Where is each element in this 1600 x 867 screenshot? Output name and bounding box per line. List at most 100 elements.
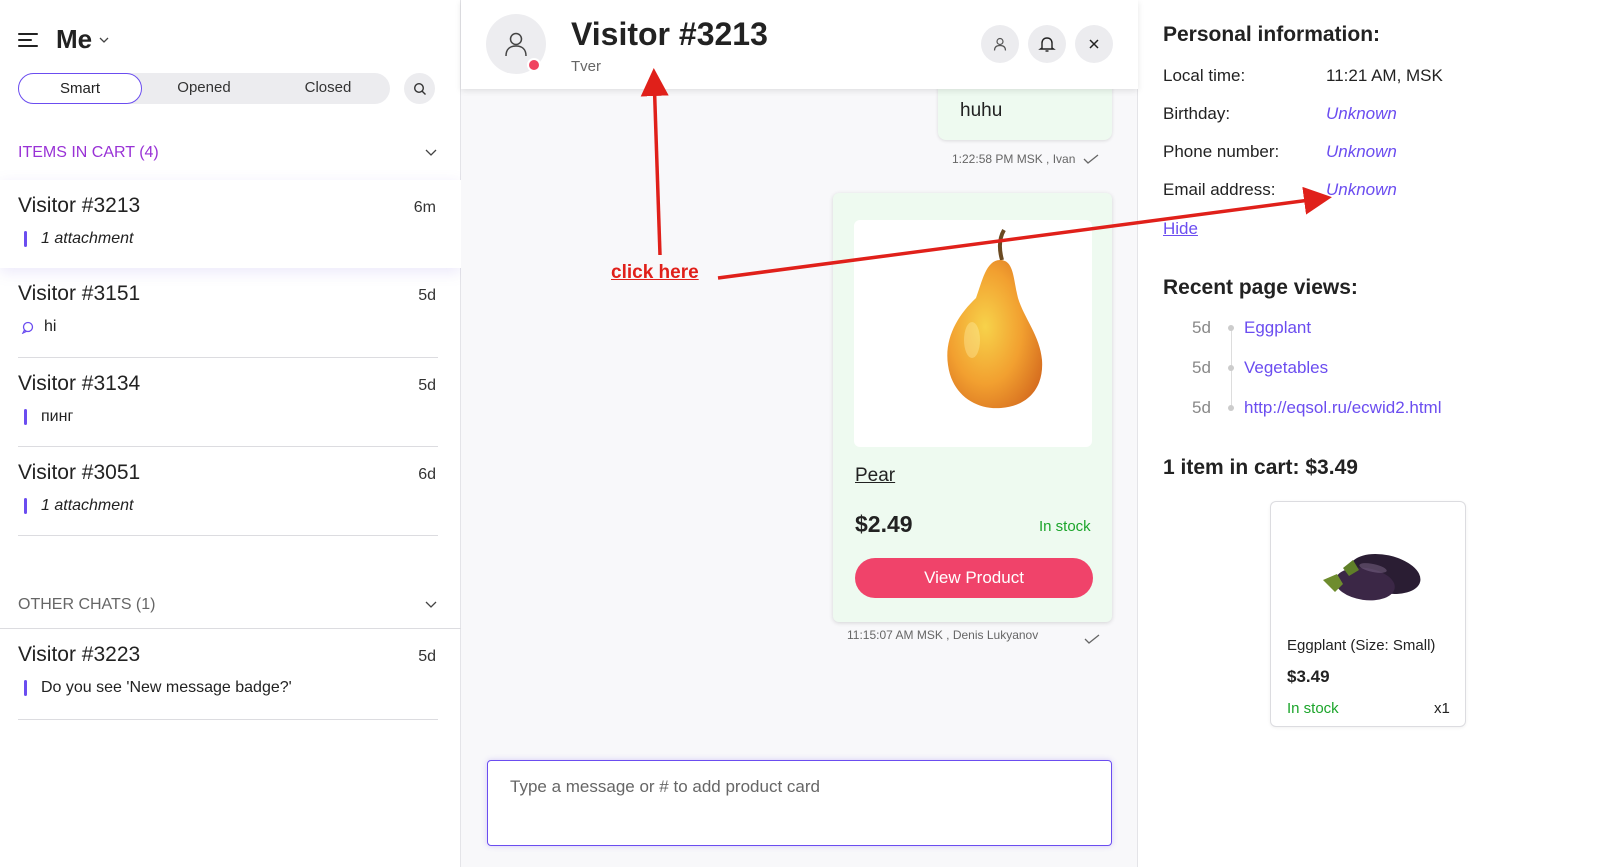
email-value[interactable]: Unknown — [1326, 180, 1397, 200]
chat-preview: 1 attachment — [41, 230, 134, 247]
page-view-link[interactable]: Vegetables — [1244, 358, 1328, 378]
page-view-link[interactable]: http://eqsol.ru/ecwid2.html — [1244, 398, 1441, 418]
message-composer — [487, 760, 1112, 846]
offline-status-badge — [527, 58, 541, 72]
user-icon — [505, 32, 527, 57]
timeline-dot — [1228, 365, 1234, 371]
info-row-phone: Phone number: Unknown — [1163, 142, 1543, 162]
app: Me Smart Opened Closed ITEMS IN CART (4)… — [0, 0, 1600, 867]
items-in-cart-section-header[interactable]: ITEMS IN CART (4) — [18, 144, 438, 162]
message-meta: 11:15:07 AM MSK , Denis Lukyanov — [847, 628, 1038, 642]
chat-list-item[interactable]: Visitor #3213 6m 1 attachment — [0, 180, 461, 268]
info-value: 11:21 AM, MSK — [1326, 66, 1443, 85]
phone-value[interactable]: Unknown — [1326, 142, 1397, 162]
timeline-dot — [1228, 325, 1234, 331]
message-input[interactable] — [488, 761, 1111, 845]
cart-item-card[interactable]: Eggplant (Size: Small) $3.49 In stock x1 — [1270, 501, 1466, 727]
chat-preview: hi — [44, 318, 57, 335]
chat-visitor-name: Visitor #3223 — [18, 643, 141, 666]
chat-bubble-icon — [21, 321, 34, 334]
cart-item-quantity: x1 — [1434, 700, 1450, 717]
annotation-label: click here — [611, 262, 699, 283]
message-meta: 1:22:58 PM MSK , Ivan — [952, 152, 1099, 166]
cart-item-price: $3.49 — [1287, 667, 1330, 686]
chat-time: 5d — [418, 377, 436, 394]
section-title: ITEMS IN CART (4) — [18, 144, 159, 161]
agent-message-marker — [24, 498, 27, 514]
chat-time: 6m — [413, 199, 436, 216]
agent-message-marker — [24, 409, 27, 425]
message-text: huhu — [960, 100, 1003, 121]
chat-list-item[interactable]: Visitor #3051 6d 1 attachment — [0, 447, 461, 535]
chevron-down-icon[interactable] — [424, 148, 438, 158]
chat-visitor-name: Visitor #3151 — [18, 282, 141, 305]
page-view-age: 5d — [1192, 358, 1211, 377]
agent-message-marker — [24, 231, 27, 247]
chat-list-item[interactable]: Visitor #3134 5d пинг — [0, 358, 461, 446]
eggplant-image — [1323, 553, 1421, 601]
page-view-link[interactable]: Eggplant — [1244, 318, 1311, 338]
page-view-item: 5d Eggplant — [1192, 318, 1311, 338]
agent-message-marker — [24, 680, 27, 696]
chat-list-item[interactable]: Visitor #3223 5d Do you see 'New message … — [0, 629, 461, 717]
sidebar-header: Me — [18, 24, 110, 55]
chat-list-item[interactable]: Visitor #3151 5d hi — [0, 268, 461, 356]
personal-info-heading: Personal information: — [1163, 23, 1381, 46]
cart-item-name: Eggplant (Size: Small) — [1287, 637, 1436, 654]
filter-opened[interactable]: Opened — [142, 73, 266, 104]
view-product-button[interactable]: View Product — [855, 558, 1093, 598]
chat-panel: Visitor #3213 Tver huhu 1:22:58 PM MSK ,… — [461, 0, 1138, 867]
chevron-down-icon[interactable] — [424, 600, 438, 610]
chat-preview: Do you see 'New message badge?' — [41, 679, 292, 696]
info-label: Local time: — [1163, 66, 1246, 85]
chat-preview: 1 attachment — [41, 497, 134, 514]
other-chats-section-header[interactable]: OTHER CHATS (1) — [18, 596, 438, 614]
product-card: Pear $2.49 In stock View Product — [833, 193, 1112, 622]
chat-time: 5d — [418, 648, 436, 665]
birthday-value[interactable]: Unknown — [1326, 104, 1397, 124]
check-icon — [1084, 634, 1100, 644]
timeline-dot — [1228, 405, 1234, 411]
cart-item-stock: In stock — [1287, 700, 1339, 717]
info-label: Email address: — [1163, 180, 1276, 199]
chat-title: Visitor #3213 — [571, 16, 768, 52]
filter-closed[interactable]: Closed — [266, 73, 390, 104]
page-view-item: 5d http://eqsol.ru/ecwid2.html — [1192, 398, 1441, 418]
section-title: OTHER CHATS (1) — [18, 596, 156, 613]
chat-visitor-name: Visitor #3213 — [18, 194, 141, 217]
visitor-info-panel: Personal information: Local time: 11:21 … — [1138, 0, 1599, 867]
page-view-age: 5d — [1192, 398, 1211, 417]
close-icon — [1089, 39, 1099, 49]
filter-smart[interactable]: Smart — [18, 73, 142, 104]
message-timestamp-author: 11:15:07 AM MSK , Denis Lukyanov — [847, 628, 1039, 642]
product-price: $2.49 — [855, 511, 913, 537]
chat-filter-tabs: Smart Opened Closed — [18, 73, 390, 104]
menu-icon[interactable] — [18, 32, 38, 47]
divider — [18, 535, 438, 536]
info-row-email: Email address: Unknown — [1163, 180, 1543, 200]
pear-image — [947, 228, 1043, 409]
page-view-age: 5d — [1192, 318, 1211, 337]
chat-time: 6d — [418, 466, 436, 483]
visitor-profile-button[interactable] — [981, 25, 1019, 63]
search-button[interactable] — [404, 73, 435, 104]
chat-preview: пинг — [41, 408, 74, 425]
chat-list-sidebar: Me Smart Opened Closed ITEMS IN CART (4)… — [0, 0, 461, 867]
visitor-location: Tver — [571, 58, 601, 75]
agent-selector-label[interactable]: Me — [56, 24, 92, 55]
search-icon — [413, 82, 426, 95]
hide-link[interactable]: Hide — [1163, 219, 1198, 239]
chat-visitor-name: Visitor #3134 — [18, 372, 141, 395]
notifications-button[interactable] — [1028, 25, 1066, 63]
user-icon — [993, 37, 1007, 51]
recent-page-views-heading: Recent page views: — [1163, 276, 1358, 299]
chevron-down-icon[interactable] — [98, 34, 110, 46]
info-label: Birthday: — [1163, 104, 1231, 123]
close-chat-button[interactable] — [1075, 25, 1113, 63]
info-row-birthday: Birthday: Unknown — [1163, 104, 1543, 124]
check-icon — [1083, 154, 1099, 164]
page-view-item: 5d Vegetables — [1192, 358, 1328, 378]
cart-summary-heading: 1 item in cart: $3.49 — [1163, 456, 1358, 479]
stock-status: In stock — [1039, 518, 1091, 535]
product-name-link[interactable]: Pear — [855, 465, 895, 487]
